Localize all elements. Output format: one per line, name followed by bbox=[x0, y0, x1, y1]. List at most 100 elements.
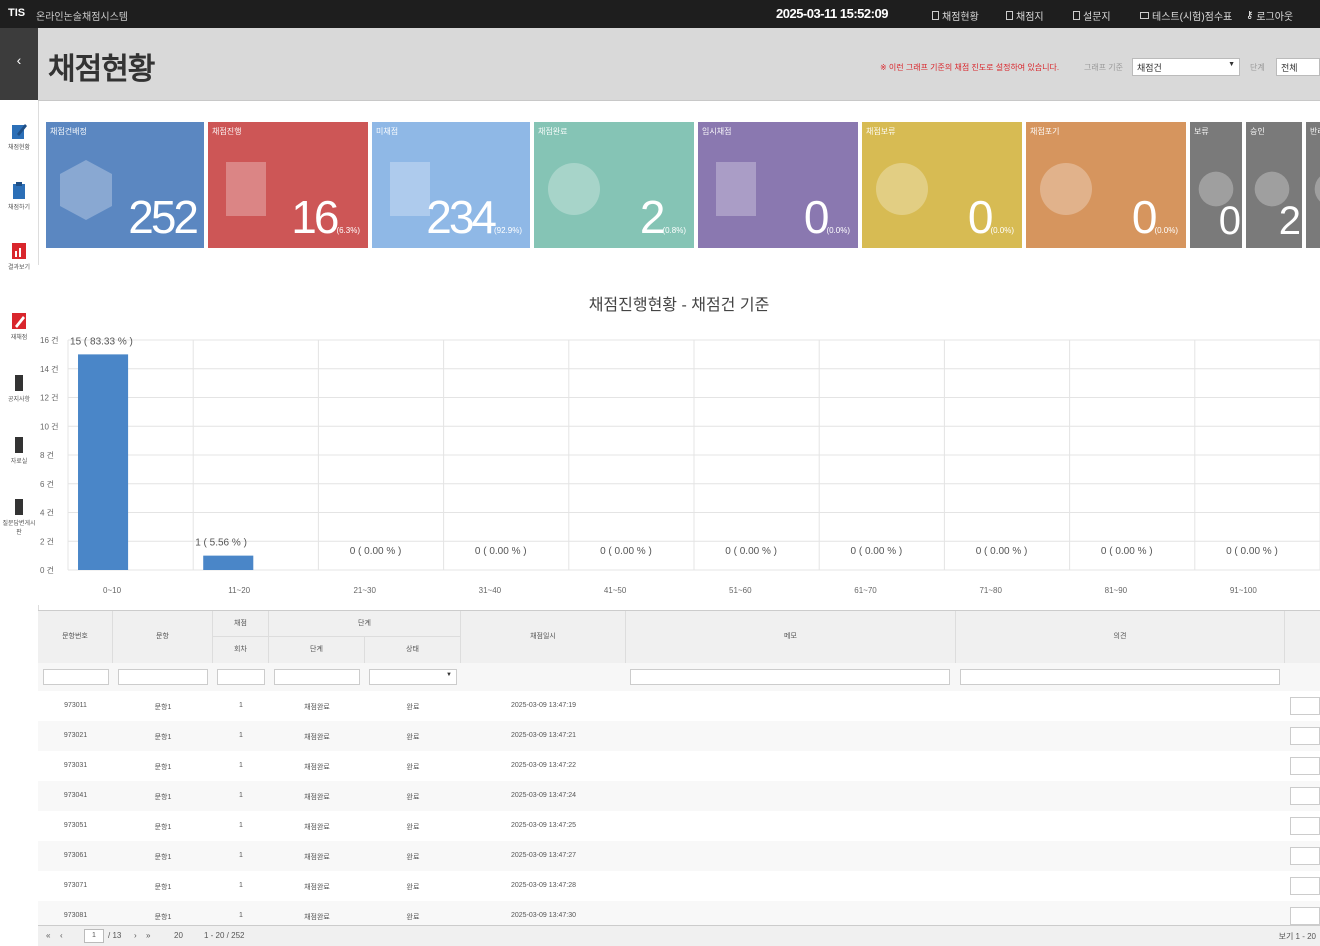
menu-survey[interactable]: 설문지 bbox=[1073, 8, 1111, 23]
col-header[interactable]: 단계 bbox=[269, 611, 461, 637]
card-percent: (92.9%) bbox=[493, 226, 522, 235]
table-cell: 문항1 bbox=[154, 914, 172, 921]
data-label: 15 ( 83.33 % ) bbox=[70, 336, 133, 347]
x-tick-label: 0~10 bbox=[103, 586, 122, 595]
y-tick-label: 6 건 bbox=[40, 479, 54, 489]
row-action-button[interactable] bbox=[1290, 787, 1320, 805]
col-subheader[interactable]: 단계 bbox=[269, 637, 365, 663]
sidenav-item-grading[interactable]: 채점하기 bbox=[0, 176, 38, 228]
card-value: 2(0.8%) bbox=[640, 190, 686, 244]
sidenav-item-regrade[interactable]: 재채점 bbox=[0, 306, 38, 358]
filter-input[interactable] bbox=[118, 669, 208, 685]
menu-score-sheet[interactable]: 채점지 bbox=[1006, 8, 1044, 23]
table-row[interactable]: 973061 문항1 1 채점완료 완료 2025-03-09 13:47:27 bbox=[38, 841, 1320, 872]
filter-input[interactable] bbox=[274, 669, 360, 685]
prev-page-icon[interactable]: ‹ bbox=[60, 931, 63, 940]
card-value: 252 bbox=[128, 190, 199, 244]
col-header[interactable]: 채점 bbox=[213, 611, 269, 637]
sidenav-item-results[interactable]: 결과보기 bbox=[0, 236, 38, 288]
filter-select[interactable]: ▼ bbox=[369, 669, 457, 685]
summary-card[interactable]: 반려 bbox=[1306, 122, 1320, 248]
table-row[interactable]: 973041 문항1 1 채점완료 완료 2025-03-09 13:47:24 bbox=[38, 781, 1320, 812]
table-cell: 문항1 bbox=[154, 734, 172, 741]
filter-input[interactable] bbox=[43, 669, 109, 685]
col-subheader[interactable]: 상태 bbox=[365, 637, 461, 663]
x-tick-label: 71~80 bbox=[979, 586, 1002, 595]
summary-card[interactable]: 채점보류 0(0.0%) bbox=[862, 122, 1022, 248]
app-name: 온라인논술채점시스템 bbox=[36, 12, 128, 23]
page-input[interactable]: 1 bbox=[84, 929, 104, 943]
page-range: 1 - 20 / 252 bbox=[204, 931, 245, 940]
filter-row: ▼ bbox=[38, 663, 1320, 692]
row-action-button[interactable] bbox=[1290, 817, 1320, 835]
col-header[interactable]: 의견 bbox=[956, 611, 1285, 663]
summary-card[interactable]: 채점건배정 252 bbox=[46, 122, 204, 248]
summary-card[interactable]: 임시채점 0(0.0%) bbox=[698, 122, 858, 248]
table-cell: 채점완료 bbox=[304, 734, 330, 741]
last-page-icon[interactable]: » bbox=[146, 931, 150, 940]
stage-value: 전체 bbox=[1281, 63, 1298, 73]
graph-basis-select[interactable]: 채점건 ▼ bbox=[1132, 58, 1240, 76]
filter-input[interactable] bbox=[630, 669, 950, 685]
stage-label: 단계 bbox=[1250, 63, 1265, 72]
menu-status[interactable]: 채점현황 bbox=[932, 8, 979, 23]
table-cell: 문항1 bbox=[154, 794, 172, 801]
bar[interactable] bbox=[78, 354, 129, 570]
card-value: 0(0.0%) bbox=[968, 190, 1014, 244]
table-cell: 2025-03-09 13:47:19 bbox=[511, 702, 576, 709]
x-tick-label: 21~30 bbox=[353, 586, 376, 595]
collapse-nav-button[interactable]: ‹ bbox=[0, 28, 38, 100]
table-row[interactable]: 973031 문항1 1 채점완료 완료 2025-03-09 13:47:22 bbox=[38, 751, 1320, 782]
summary-card[interactable]: 보류 0 bbox=[1190, 122, 1242, 248]
table-row[interactable]: 973011 문항1 1 채점완료 완료 2025-03-09 13:47:19 bbox=[38, 691, 1320, 722]
table-row[interactable]: 973071 문항1 1 채점완료 완료 2025-03-09 13:47:28 bbox=[38, 871, 1320, 902]
data-label: 0 ( 0.00 % ) bbox=[350, 546, 402, 557]
table-cell: 1 bbox=[239, 702, 243, 709]
col-subheader[interactable]: 회차 bbox=[213, 637, 269, 663]
summary-card[interactable]: 채점완료 2(0.8%) bbox=[534, 122, 694, 248]
per-page-select[interactable]: 20 bbox=[174, 931, 183, 940]
y-tick-label: 12 건 bbox=[40, 393, 58, 403]
sidenav-item-status[interactable]: 채점현황 bbox=[0, 116, 38, 168]
bar[interactable] bbox=[203, 555, 254, 570]
logout-link[interactable]: ⚷ 로그아웃 bbox=[1246, 8, 1293, 23]
page-total: / 13 bbox=[108, 931, 122, 940]
summary-card[interactable]: 채점진행 16(6.3%) bbox=[208, 122, 368, 248]
sidenav-label: 결과보기 bbox=[7, 265, 31, 271]
row-action-button[interactable] bbox=[1290, 727, 1320, 745]
row-action-button[interactable] bbox=[1290, 877, 1320, 895]
table-cell: 1 bbox=[239, 732, 243, 739]
col-header[interactable]: 메모 bbox=[626, 611, 956, 663]
table-row[interactable]: 973051 문항1 1 채점완료 완료 2025-03-09 13:47:25 bbox=[38, 811, 1320, 842]
sidenav-item-qna[interactable]: 질문답변게시판 bbox=[0, 492, 38, 544]
card-percent: (0.0%) bbox=[990, 226, 1014, 235]
sidenav-label: 공지사항 bbox=[7, 397, 31, 403]
row-action-button[interactable] bbox=[1290, 847, 1320, 865]
menu-test-score[interactable]: 테스트(시험)점수표 bbox=[1140, 8, 1232, 23]
table-row[interactable]: 973021 문항1 1 채점완료 완료 2025-03-09 13:47:21 bbox=[38, 721, 1320, 752]
table-cell: 973021 bbox=[63, 732, 88, 739]
row-action-button[interactable] bbox=[1290, 757, 1320, 775]
col-header[interactable]: 문항 bbox=[113, 611, 213, 663]
sidenav-item-notice[interactable]: 공지사항 bbox=[0, 368, 38, 420]
col-header[interactable]: 문항번호 bbox=[38, 611, 113, 663]
next-page-icon[interactable]: › bbox=[134, 931, 137, 940]
summary-card[interactable]: 미채점 234(92.9%) bbox=[372, 122, 530, 248]
filter-input[interactable] bbox=[217, 669, 265, 685]
summary-card[interactable]: 채점포기 0(0.0%) bbox=[1026, 122, 1186, 248]
x-circle-icon bbox=[1314, 176, 1320, 202]
bar-chart: 0 건 2 건 4 건 6 건 8 건 10 건 12 건 14 건 16 건 15 ( 83.3… bbox=[40, 335, 1320, 595]
filter-input[interactable] bbox=[960, 669, 1280, 685]
row-action-button[interactable] bbox=[1290, 907, 1320, 925]
row-action-button[interactable] bbox=[1290, 697, 1320, 715]
table-cell: 1 bbox=[239, 912, 243, 919]
summary-card[interactable]: 승인 2 bbox=[1246, 122, 1302, 248]
stage-select[interactable]: 전체 bbox=[1276, 58, 1320, 76]
card-value: 2 bbox=[1279, 199, 1301, 244]
sidenav-item-library[interactable]: 자료실 bbox=[0, 430, 38, 482]
first-page-icon[interactable]: « bbox=[46, 931, 50, 940]
table-cell: 채점완료 bbox=[304, 854, 330, 861]
col-header[interactable]: 채점일시 bbox=[461, 611, 626, 663]
data-label: 0 ( 0.00 % ) bbox=[976, 546, 1028, 557]
sidenav-label: 자료실 bbox=[10, 459, 28, 465]
